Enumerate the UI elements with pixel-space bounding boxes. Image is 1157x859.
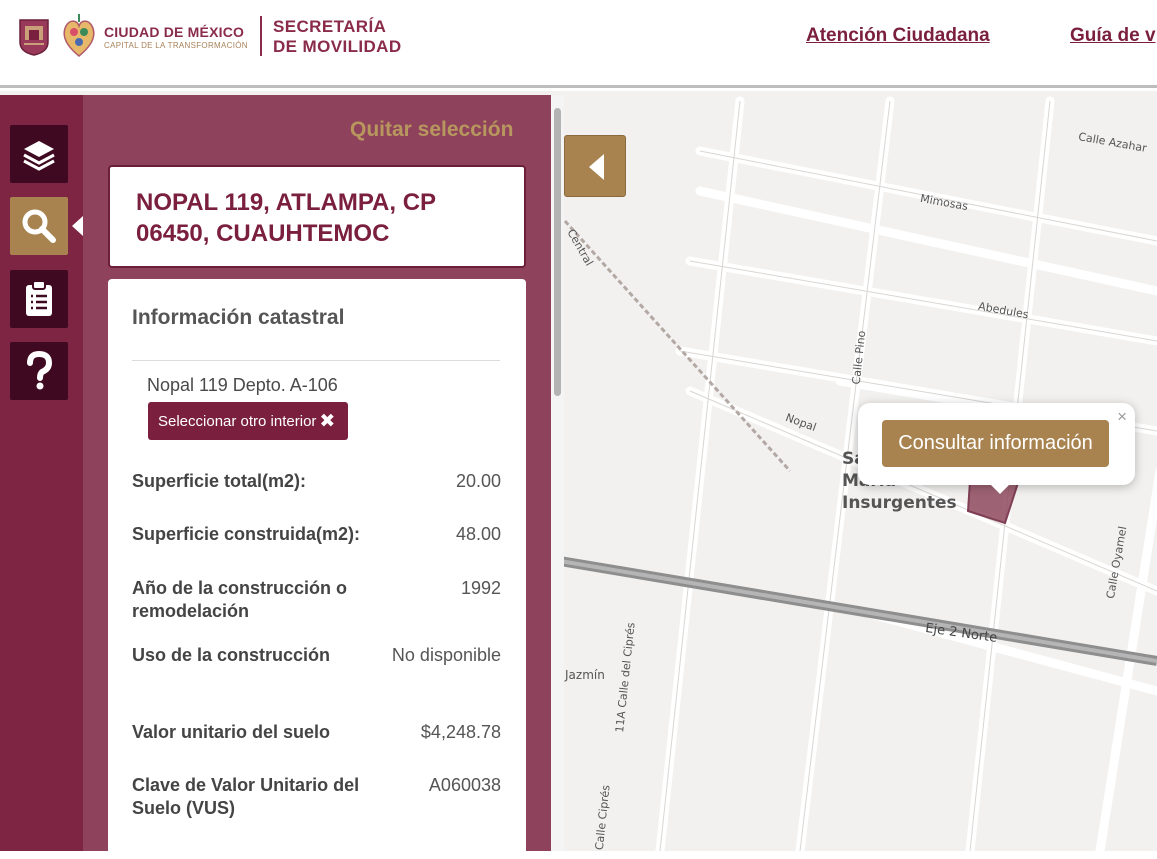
- header: CIUDAD DE MÉXICO CAPITAL DE LA TRANSFORM…: [0, 0, 1157, 88]
- nav-atencion-ciudadana[interactable]: Atención Ciudadana: [806, 25, 990, 47]
- row-label: Valor unitario del suelo: [132, 722, 331, 742]
- row-label: Superficie total(m2):: [132, 471, 307, 491]
- row-value: No disponible: [391, 645, 501, 665]
- popup-tip: [989, 483, 1011, 494]
- nav-guia[interactable]: Guía de v: [1070, 25, 1156, 47]
- search-icon: [22, 209, 56, 243]
- row-label: Año de la construcción o remodelación: [132, 578, 348, 621]
- layers-icon: [23, 141, 55, 171]
- secretaria-title-line2: DE MOVILIDAD: [273, 37, 402, 56]
- secretaria-title-line1: SECRETARÍA: [273, 17, 387, 36]
- clipboard-button[interactable]: [10, 270, 68, 328]
- cdmx-heart-logo-icon: [63, 14, 95, 57]
- clipboard-icon: [26, 280, 52, 316]
- row-value: 20.00: [455, 471, 501, 491]
- select-other-interior-label: Seleccionar otro interior: [158, 412, 317, 430]
- cadastral-info-card: Información catastral Nopal 119 Depto. A…: [108, 279, 526, 859]
- close-icon[interactable]: ×: [1117, 407, 1127, 427]
- info-title: Información catastral: [132, 306, 345, 329]
- chevron-left-icon: [589, 154, 604, 180]
- collapse-panel-button[interactable]: [564, 135, 626, 197]
- row-label: Uso de la construcción: [132, 645, 331, 665]
- layers-button[interactable]: [10, 125, 68, 183]
- row-label: Superficie construida(m2):: [132, 524, 361, 544]
- divider: [132, 360, 500, 361]
- row-value: A060038: [428, 775, 501, 795]
- row-value: 1992: [460, 578, 501, 598]
- consult-info-button[interactable]: Consultar información: [882, 420, 1109, 467]
- header-divider: [260, 16, 262, 56]
- help-icon: [27, 351, 53, 390]
- city-name: CIUDAD DE MÉXICO: [104, 24, 245, 40]
- help-button[interactable]: [10, 342, 68, 400]
- tool-rail: [0, 95, 83, 851]
- row-label: Clave de Valor Unitario del Suelo (VUS): [132, 775, 360, 818]
- interior-label: Nopal 119 Depto. A-106: [147, 375, 338, 395]
- row-value: $4,248.78: [420, 722, 501, 742]
- city-tagline: CAPITAL DE LA TRANSFORMACIÓN: [104, 41, 248, 50]
- clear-selection-link[interactable]: Quitar selección: [350, 118, 513, 142]
- row-value: 48.00: [455, 524, 501, 544]
- map-popup: × Consultar información: [858, 403, 1135, 494]
- cdmx-crest-icon: [19, 19, 49, 56]
- select-other-interior-button[interactable]: Seleccionar otro interior ✖: [148, 402, 348, 440]
- panel-scrollbar-thumb[interactable]: [554, 108, 561, 396]
- active-tool-caret-icon: [72, 216, 83, 236]
- street-label: Jazmín: [565, 668, 605, 682]
- search-button[interactable]: [10, 197, 68, 255]
- address-card: NOPAL 119, ATLAMPA, CP 06450, CUAUHTEMOC: [108, 165, 526, 268]
- address-text: NOPAL 119, ATLAMPA, CP 06450, CUAUHTEMOC: [136, 189, 436, 247]
- close-x-icon: ✖: [319, 410, 336, 432]
